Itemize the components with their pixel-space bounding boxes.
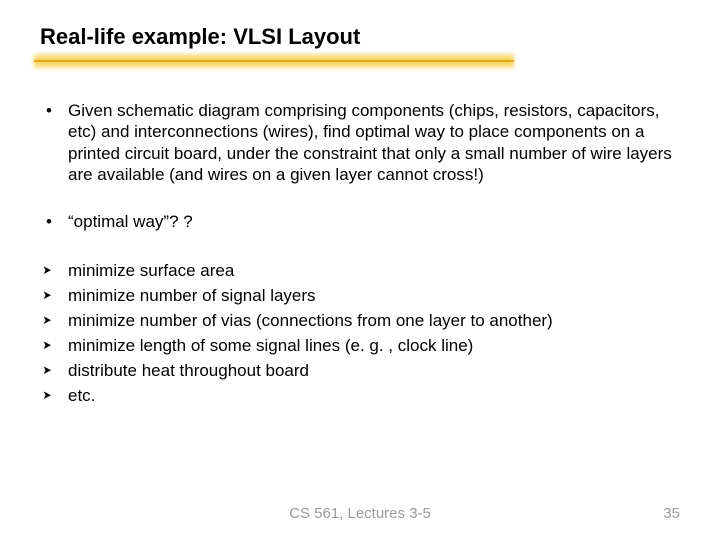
arrow-list: minimize surface area minimize number of…: [40, 260, 680, 408]
arrow-item: minimize length of some signal lines (e.…: [40, 335, 680, 358]
footer-course: CS 561, Lectures 3-5: [0, 505, 720, 522]
arrow-item: etc.: [40, 385, 680, 408]
footer-page-number: 35: [663, 505, 680, 522]
page-title: Real-life example: VLSI Layout: [40, 24, 680, 50]
arrow-item: distribute heat throughout board: [40, 360, 680, 383]
bullet-item: Given schematic diagram comprising compo…: [40, 100, 680, 185]
bullet-list: Given schematic diagram comprising compo…: [40, 100, 680, 232]
slide-body: Given schematic diagram comprising compo…: [40, 100, 680, 408]
underline-line: [34, 60, 514, 62]
title-underline: [40, 54, 680, 70]
arrow-item: minimize surface area: [40, 260, 680, 283]
slide: Real-life example: VLSI Layout Given sch…: [0, 0, 720, 540]
arrow-item: minimize number of vias (connections fro…: [40, 310, 680, 333]
bullet-item: “optimal way”? ?: [40, 211, 680, 232]
arrow-item: minimize number of signal layers: [40, 285, 680, 308]
